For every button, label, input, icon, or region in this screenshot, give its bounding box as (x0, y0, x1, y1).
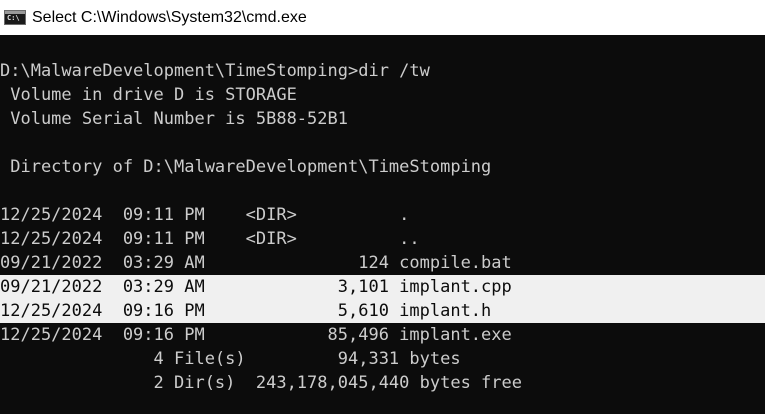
console-line[interactable]: 2 Dir(s) 243,178,045,440 bytes free (0, 371, 765, 395)
icon-glyph-text: C:\ (7, 14, 20, 22)
cmd-app-icon[interactable]: C:\ (4, 10, 26, 25)
title-bar[interactable]: C:\ Select C:\Windows\System32\cmd.exe (0, 0, 765, 35)
console-line[interactable]: 4 File(s) 94,331 bytes (0, 347, 765, 371)
console-line[interactable]: 12/25/2024 09:11 PM <DIR> . (0, 203, 765, 227)
console-line[interactable]: Volume in drive D is STORAGE (0, 83, 765, 107)
window-title: Select C:\Windows\System32\cmd.exe (32, 9, 307, 26)
console-line[interactable]: 12/25/2024 09:16 PM 85,496 implant.exe (0, 323, 765, 347)
console-line[interactable]: 12/25/2024 09:11 PM <DIR> .. (0, 227, 765, 251)
cmd-window: C:\ Select C:\Windows\System32\cmd.exe D… (0, 0, 765, 414)
console-output[interactable]: D:\MalwareDevelopment\TimeStomping>dir /… (0, 35, 765, 414)
console-line[interactable] (0, 131, 765, 155)
console-line[interactable]: Volume Serial Number is 5B88-52B1 (0, 107, 765, 131)
console-line-selected[interactable]: 12/25/2024 09:16 PM 5,610 implant.h (0, 299, 765, 323)
console-line[interactable]: Directory of D:\MalwareDevelopment\TimeS… (0, 155, 765, 179)
console-line[interactable]: D:\MalwareDevelopment\TimeStomping>dir /… (0, 59, 765, 83)
console-line[interactable] (0, 179, 765, 203)
console-line[interactable] (0, 35, 765, 59)
console-line-selected[interactable]: 09/21/2022 03:29 AM 3,101 implant.cpp (0, 275, 765, 299)
console-line[interactable]: 09/21/2022 03:29 AM 124 compile.bat (0, 251, 765, 275)
